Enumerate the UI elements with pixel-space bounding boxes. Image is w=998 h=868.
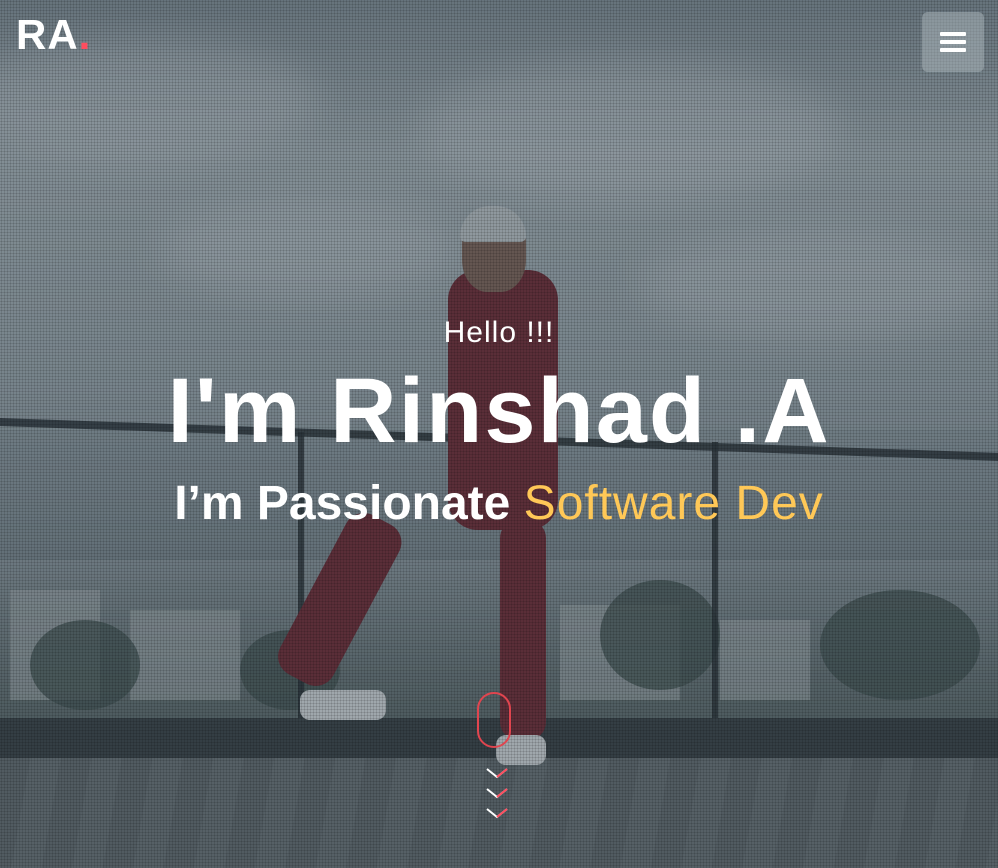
scroll-down-indicator[interactable] <box>484 766 510 828</box>
menu-button[interactable] <box>922 12 984 72</box>
hero-greeting: Hello !!! <box>443 316 555 349</box>
chevron-down-icon <box>486 768 508 779</box>
hamburger-menu-icon <box>940 32 966 52</box>
chevron-down-icon <box>486 788 508 799</box>
hero-text: Hello !!! I'm Rinshad .A I’m Passionate … <box>0 310 998 534</box>
tagline-prefix: I’m Passionate <box>174 477 511 530</box>
site-logo[interactable]: RA. <box>16 14 91 56</box>
hero-section: RA. Hello !!! I'm Rinshad .A I’m Passion… <box>0 0 998 868</box>
tagline-role: Software Dev <box>523 477 824 530</box>
logo-text: RA <box>16 11 79 58</box>
chevron-down-icon <box>486 808 508 819</box>
logo-dot: . <box>78 11 92 58</box>
hero-tagline: I’m Passionate Software Dev <box>0 474 998 534</box>
hero-name: I'm Rinshad .A <box>167 360 831 462</box>
scroll-mouse-icon[interactable] <box>477 692 511 748</box>
